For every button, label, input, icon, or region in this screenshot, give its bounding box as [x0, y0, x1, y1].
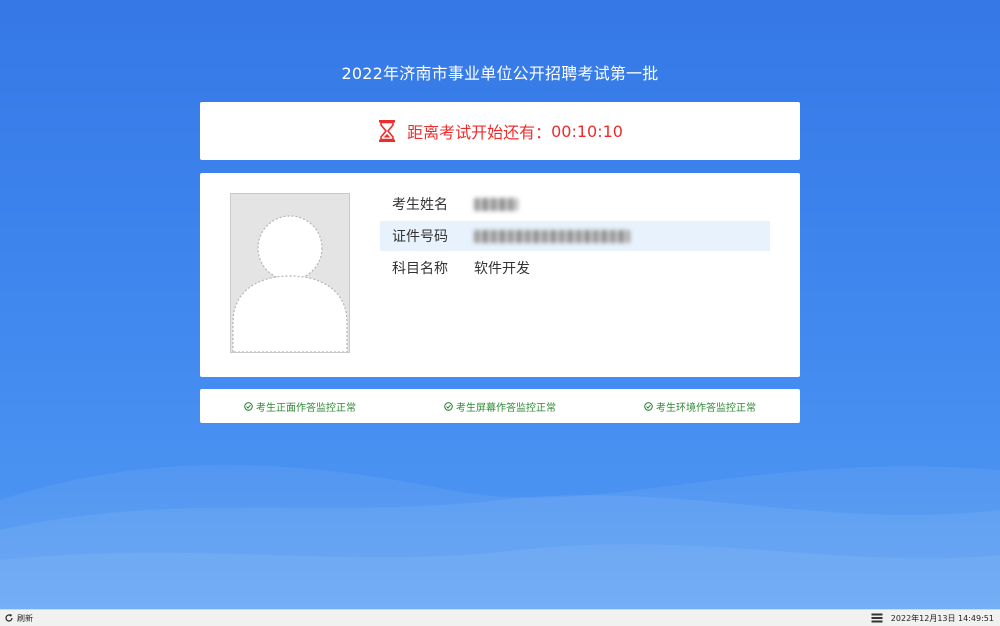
monitor-status-label: 考生正面作答监控正常: [256, 402, 356, 414]
refresh-icon: [5, 614, 13, 622]
refresh-label: 刷新: [17, 613, 33, 623]
exam-title: 2022年济南市事业单位公开招聘考试第一批: [341, 64, 659, 83]
candidate-info-panel: 考生姓名 证件号码 科目名称 软件开发: [200, 173, 800, 377]
hourglass-icon: [379, 120, 396, 142]
name-row: 考生姓名: [380, 189, 770, 219]
taskbar: 刷新 2022年12月13日 14:49:51: [0, 609, 1000, 626]
keyboard-icon[interactable]: [871, 613, 883, 623]
candidate-photo: [230, 193, 350, 353]
check-circle-icon: [644, 401, 653, 411]
avatar-placeholder-icon: [232, 215, 348, 352]
background-waves: [0, 465, 1000, 610]
monitor-status-environment: 考生环境作答监控正常: [644, 399, 756, 414]
id-value-redacted: [474, 229, 630, 243]
countdown-panel: 距离考试开始还有： 00:10:10: [200, 102, 800, 160]
countdown-time: 00:10:10: [551, 121, 623, 141]
refresh-button[interactable]: 刷新: [0, 613, 33, 624]
check-circle-icon: [444, 401, 453, 411]
monitor-status-label: 考生屏幕作答监控正常: [456, 402, 556, 414]
name-value-redacted: [474, 197, 518, 211]
subject-row: 科目名称 软件开发: [380, 253, 770, 283]
monitor-status-screen: 考生屏幕作答监控正常: [444, 399, 556, 414]
countdown-label: 距离考试开始还有：: [407, 123, 552, 142]
subject-value: 软件开发: [474, 261, 530, 277]
id-row: 证件号码: [380, 221, 770, 251]
check-circle-icon: [244, 401, 253, 411]
id-label: 证件号码: [392, 229, 448, 245]
subject-label: 科目名称: [392, 261, 448, 277]
monitor-status-panel: 考生正面作答监控正常 考生屏幕作答监控正常 考生环境作答监控正常: [200, 389, 800, 423]
taskbar-datetime: 2022年12月13日 14:49:51: [890, 613, 994, 623]
monitor-status-label: 考生环境作答监控正常: [656, 402, 756, 414]
monitor-status-front: 考生正面作答监控正常: [244, 399, 356, 414]
name-label: 考生姓名: [392, 197, 448, 213]
